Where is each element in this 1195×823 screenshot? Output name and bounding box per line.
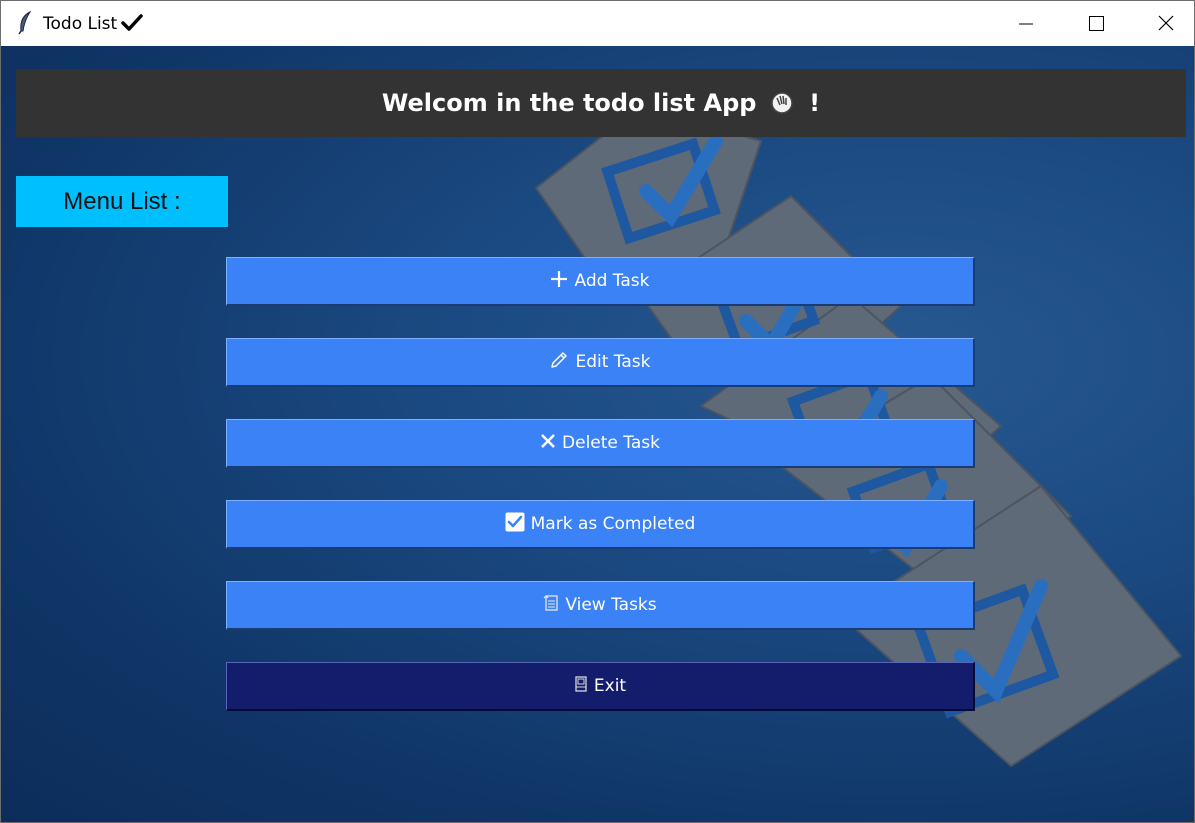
exit-button[interactable]: Exit: [226, 662, 975, 711]
close-button[interactable]: [1131, 1, 1194, 46]
edit-task-button[interactable]: Edit Task: [226, 338, 975, 387]
main-content: Welcom in the todo list App ! Menu List …: [1, 46, 1194, 822]
delete-task-button[interactable]: Delete Task: [226, 419, 975, 468]
mark-completed-button[interactable]: Mark as Completed: [226, 500, 975, 549]
pencil-icon: [551, 352, 568, 368]
minimize-icon: [1019, 23, 1033, 25]
edit-task-label: Edit Task: [575, 352, 651, 372]
welcome-heading-exclamation: !: [809, 89, 821, 117]
waving-hand-icon: [771, 92, 793, 114]
minimize-button[interactable]: [991, 1, 1061, 46]
welcome-heading: Welcom in the todo list App !: [16, 69, 1186, 137]
scroll-icon: [543, 595, 558, 611]
menu-list-label: Menu List :: [16, 176, 228, 227]
add-task-label: Add Task: [574, 271, 650, 291]
close-icon: [1158, 15, 1174, 31]
title-bar: Todo List: [1, 1, 1194, 46]
mark-completed-label: Mark as Completed: [530, 514, 696, 534]
checkbox-icon: [505, 512, 525, 532]
add-task-button[interactable]: Add Task: [226, 257, 975, 306]
feather-icon: [18, 11, 32, 35]
view-tasks-button[interactable]: View Tasks: [226, 581, 975, 630]
maximize-button[interactable]: [1061, 1, 1131, 46]
exit-label: Exit: [593, 676, 627, 696]
maximize-icon: [1089, 16, 1104, 31]
delete-task-label: Delete Task: [562, 433, 660, 453]
view-tasks-label: View Tasks: [565, 595, 657, 615]
app-window: Todo List Welcom in the todo list App ! …: [0, 0, 1195, 823]
checkmark-icon: [121, 14, 143, 31]
welcome-heading-text: Welcom in the todo list App: [381, 89, 757, 117]
window-title: Todo List: [43, 14, 118, 34]
plus-icon: [551, 271, 568, 287]
header-banner: Welcom in the todo list App !: [16, 69, 1186, 137]
door-icon: [575, 676, 587, 692]
x-icon: [541, 434, 555, 448]
